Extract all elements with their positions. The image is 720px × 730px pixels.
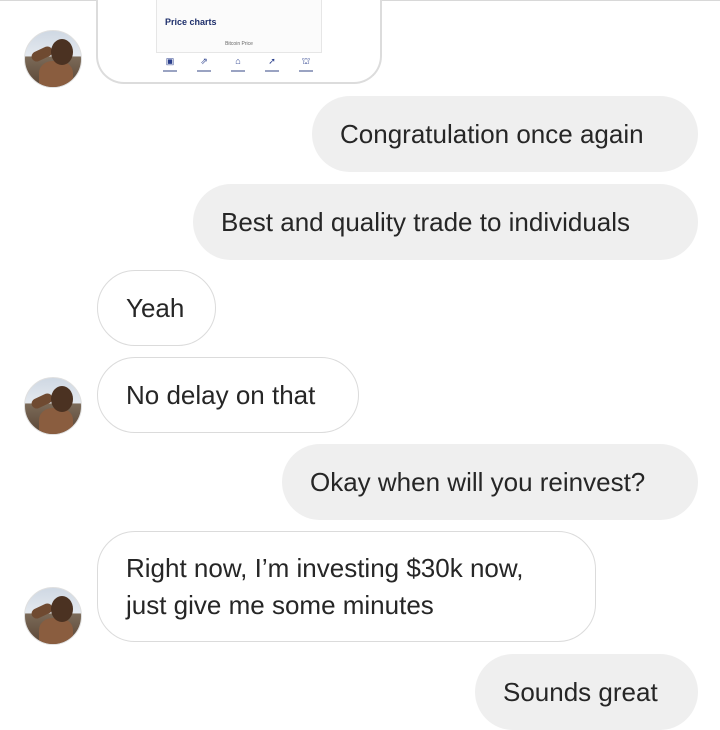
message-bubble-outgoing[interactable]: Congratulation once again	[312, 96, 698, 172]
home-icon: ⌂	[235, 56, 241, 66]
message-bubble-outgoing[interactable]: Okay when will you reinvest?	[282, 444, 698, 520]
chart-subtitle: Bitcoin Price	[225, 41, 253, 47]
nav-item-trade: ⇗	[192, 56, 216, 78]
nav-item-send: ➚	[260, 56, 284, 78]
nav-item-accounts: ▣	[158, 56, 182, 78]
send-icon: ➚	[268, 56, 276, 66]
chart-icon: ⇗	[200, 56, 208, 66]
message-bubble-incoming[interactable]: No delay on that	[97, 357, 359, 433]
message-bubble-outgoing[interactable]: Sounds great	[475, 654, 698, 730]
price-charts-title: Price charts	[165, 17, 217, 27]
bank-icon: ⛫	[301, 56, 311, 66]
avatar[interactable]	[24, 587, 82, 645]
nav-item-bank: ⛫	[294, 56, 318, 78]
avatar[interactable]	[24, 30, 82, 88]
shared-screenshot[interactable]: Price charts Bitcoin Price ▣ ⇗ ⌂ ➚ ⛫	[96, 0, 382, 84]
message-bubble-incoming[interactable]: Right now, I’m investing $30k now, just …	[97, 531, 596, 642]
message-bubble-incoming[interactable]: Yeah	[97, 270, 216, 346]
screenshot-panel: Price charts Bitcoin Price	[156, 0, 322, 53]
screenshot-bottom-nav: ▣ ⇗ ⌂ ➚ ⛫	[158, 56, 318, 78]
message-bubble-outgoing[interactable]: Best and quality trade to individuals	[193, 184, 698, 260]
page-icon: ▣	[165, 56, 175, 66]
avatar[interactable]	[24, 377, 82, 435]
nav-item-home: ⌂	[226, 56, 250, 78]
